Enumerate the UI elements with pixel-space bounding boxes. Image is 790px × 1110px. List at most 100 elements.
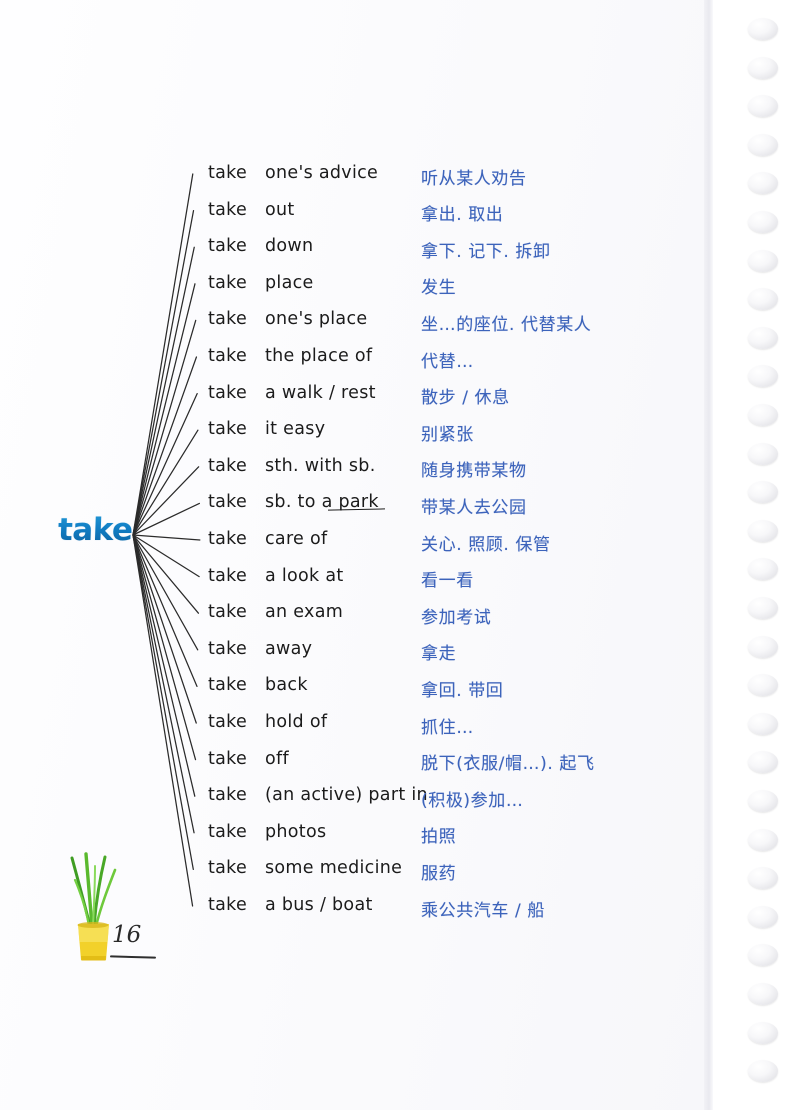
phrase-verb: take	[208, 346, 248, 366]
spiral-ring	[748, 18, 778, 40]
spiral-ring	[748, 211, 778, 233]
phrase-translation: 服药	[421, 863, 457, 884]
phrase-complement: back	[265, 675, 308, 696]
phrase-complement: some medicine	[265, 858, 403, 879]
phrase-translation: 拍照	[421, 827, 457, 848]
phrase-complement: photos	[265, 821, 327, 842]
phrase-translation: 关心. 照顾. 保管	[421, 534, 551, 555]
phrase-row: take down	[208, 236, 313, 262]
phrase-row: take sb. to a park	[208, 492, 379, 518]
phrase-complement: down	[265, 236, 314, 257]
phrase-verb: take	[208, 638, 248, 659]
phrase-translation: 拿走	[421, 644, 457, 665]
phrase-complement: hold of	[265, 712, 328, 732]
phrase-translation: 拿出. 取出	[421, 205, 504, 226]
phrase-complement: a bus / boat	[265, 895, 373, 915]
phrase-translation: 参加考试	[421, 607, 492, 628]
spiral-ring	[748, 249, 778, 272]
phrase-verb: take	[208, 748, 248, 769]
phrase-verb: take	[208, 419, 248, 440]
spiral-ring	[748, 790, 778, 812]
spiral-ring	[748, 905, 778, 928]
phrase-translation: 带某人去公园	[421, 497, 527, 518]
spiral-ring	[748, 133, 778, 156]
spiral-binding	[713, 0, 790, 1110]
phrase-row: take off	[208, 749, 289, 775]
phrase-verb: take	[208, 272, 248, 293]
phrase-verb: take	[208, 309, 248, 330]
phrase-verb: take	[208, 821, 248, 842]
phrase-verb: take	[208, 895, 248, 915]
phrase-row: take a look at	[208, 566, 344, 592]
phrase-verb: take	[208, 163, 248, 183]
phrase-verb: take	[208, 602, 248, 623]
phrase-row: take an exam	[208, 602, 343, 628]
phrase-translation: (积极)参加…	[421, 790, 524, 811]
phrase-translation: 拿下. 记下. 拆卸	[421, 241, 551, 262]
phrase-complement: sth. with sb.	[265, 455, 376, 476]
phrase-row: take one's advice	[208, 163, 378, 189]
phrase-verb: take	[208, 858, 248, 879]
phrase-complement: a walk / rest	[265, 382, 376, 403]
phrase-complement: a look at	[265, 565, 344, 586]
phrase-complement: sb. to a park	[265, 492, 379, 513]
spiral-ring	[748, 828, 778, 851]
spiral-ring	[748, 56, 778, 79]
spiral-ring	[748, 1021, 778, 1044]
phrase-translation: 随身携带某物	[421, 461, 527, 482]
phrase-translation: 听从某人劝告	[421, 168, 527, 189]
phrase-verb: take	[208, 236, 248, 257]
spiral-ring	[748, 326, 778, 349]
phrase-translation: 别紧张	[421, 424, 474, 445]
phrase-verb: take	[208, 675, 248, 696]
phrase-row: take photos	[208, 822, 326, 848]
phrase-translation: 代替…	[421, 351, 474, 372]
spiral-ring	[748, 597, 778, 619]
phrase-verb: take	[208, 785, 248, 806]
phrase-row: take care of	[208, 529, 327, 555]
phrase-translation: 坐…的座位. 代替某人	[421, 314, 592, 335]
spiral-ring	[748, 635, 778, 658]
phrase-translation: 看一看	[421, 571, 474, 592]
phrase-complement: care of	[265, 529, 328, 549]
phrase-complement: one's advice	[265, 163, 379, 183]
page-number: 16	[112, 922, 142, 948]
phrase-complement: place	[265, 272, 314, 293]
phrase-complement: (an active) part in	[265, 785, 428, 806]
phrase-translation: 乘公共汽车 / 船	[421, 900, 545, 921]
phrase-complement: one's place	[265, 309, 368, 330]
phrase-complement: an exam	[265, 602, 344, 623]
phrase-translation: 拿回. 带回	[421, 680, 504, 701]
phrase-row: take a bus / boat	[208, 895, 373, 921]
phrase-row: take place	[208, 273, 314, 299]
phrase-complement: the place of	[265, 346, 373, 366]
spiral-ring	[748, 983, 778, 1005]
phrase-row: take back	[208, 675, 308, 701]
phrase-translation: 抓住…	[421, 717, 474, 738]
phrase-row: take some medicine	[208, 858, 402, 884]
phrase-verb: take	[208, 565, 248, 586]
notebook-page: take take one's advice 听从某人劝告 take out 拿出. 取出…	[0, 0, 790, 1110]
phrase-translation: 发生	[421, 278, 457, 299]
phrase-row: take out	[208, 200, 295, 226]
phrase-complement: it easy	[265, 419, 326, 440]
phrase-row: take away	[208, 639, 312, 665]
phrase-row: take sth. with sb.	[208, 456, 376, 482]
phrase-verb: take	[208, 382, 248, 403]
phrase-verb: take	[208, 492, 248, 513]
phrase-complement: away	[265, 638, 313, 659]
phrase-translation: 脱下(衣服/帽…). 起飞	[421, 754, 595, 775]
phrase-row: take a walk / rest	[208, 383, 376, 409]
phrase-verb: take	[208, 529, 248, 549]
spiral-ring	[748, 519, 778, 542]
spiral-ring	[748, 712, 778, 735]
phrase-verb: take	[208, 199, 248, 220]
phrase-row: take the place of	[208, 346, 372, 372]
phrase-translation: 散步 / 休息	[421, 388, 510, 409]
spiral-ring	[748, 442, 778, 465]
phrase-verb: take	[208, 712, 248, 732]
spiral-ring	[748, 404, 778, 426]
phrase-row: take hold of	[208, 712, 327, 738]
phrase-complement: off	[265, 748, 289, 769]
phrase-row: take (an active) part in	[208, 785, 428, 811]
